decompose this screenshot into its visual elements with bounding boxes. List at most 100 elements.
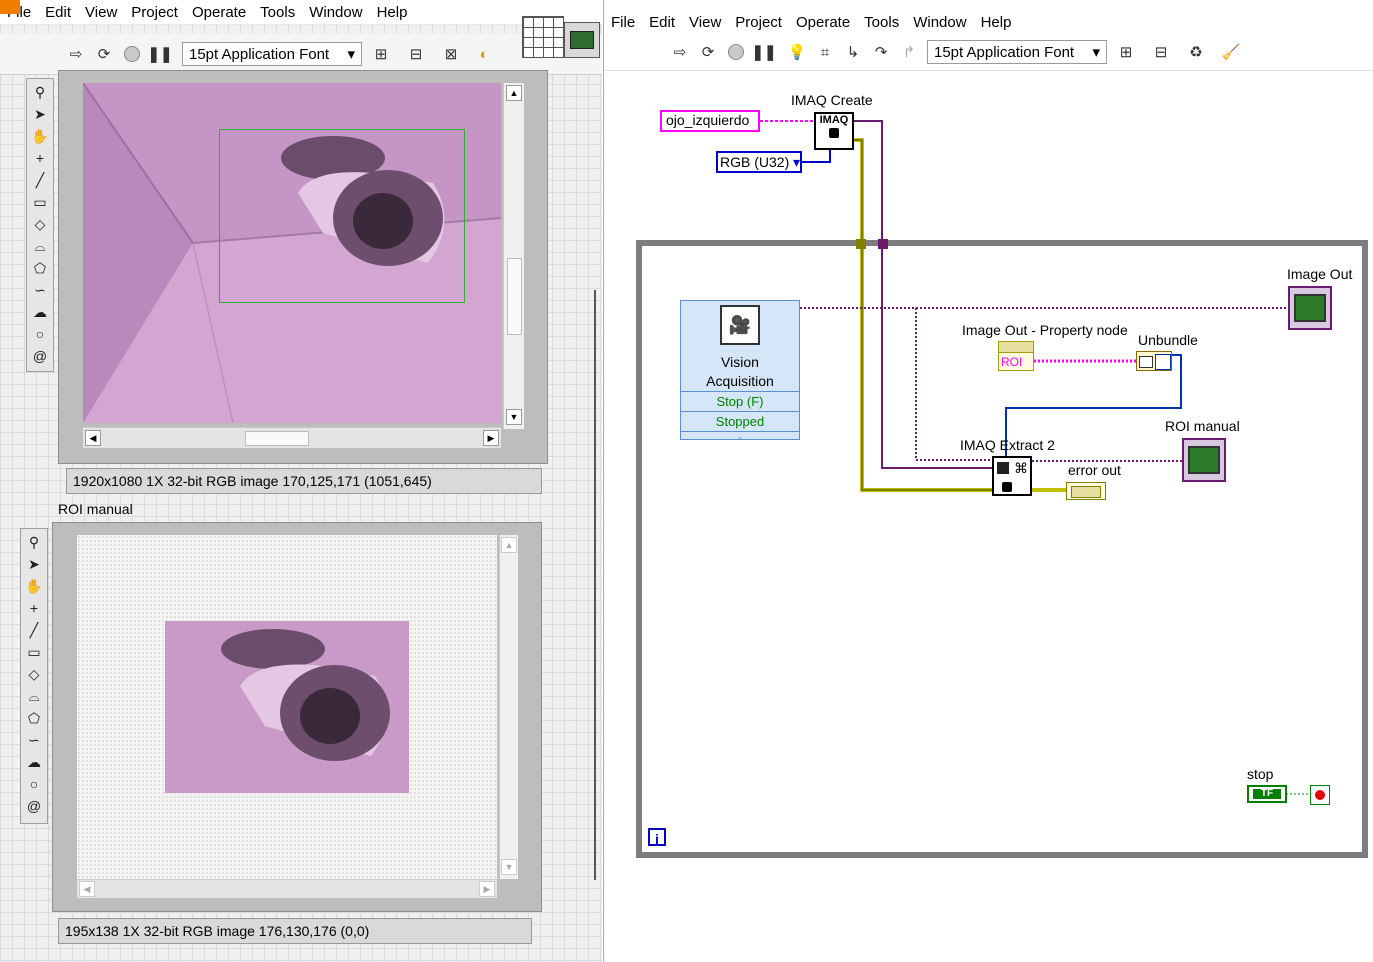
error-out-terminal[interactable] [1066,482,1106,500]
image-display-roi: ▲ ▼ ◀ ▶ [52,522,542,912]
imaq-create-glyph: IMAQ [819,114,849,126]
imaq-create-node[interactable]: IMAQ [814,112,854,150]
annulus-icon[interactable]: ⌓ [24,686,44,706]
extract-source-icon [997,462,1009,474]
roi-manual-terminal[interactable] [1182,438,1226,482]
vision-acq-row2[interactable]: Stopped [681,411,799,431]
enum-arrow-icon: ▾ [792,153,800,170]
scroll-thumb-v[interactable] [507,258,522,335]
vi-icon[interactable] [564,22,600,58]
pointer-icon[interactable]: ➤ [30,104,50,124]
error-out-label: error out [1068,462,1121,478]
scroll-right-icon[interactable]: ▶ [483,430,499,446]
oval-tool-icon[interactable]: ○ [30,324,50,344]
abort-icon[interactable] [121,43,143,65]
stop-label: stop [1247,766,1274,782]
spiral-icon[interactable]: @ [24,796,44,816]
menu-tools[interactable]: Tools [253,4,302,21]
run-arrow-icon[interactable]: ⇨ [65,43,87,65]
scroll-down-icon[interactable]: ▼ [506,409,522,425]
scroll-down-icon[interactable]: ▼ [501,859,517,875]
error-terminal-icon [829,128,839,138]
tools-palette-bottom: ⚲ ➤ ✋ + ╱ ▭ ◇ ⌓ ⬠ ∽ ☁ ○ @ [20,528,48,824]
pan-hand-icon[interactable]: ✋ [30,126,50,146]
window-divider [594,290,596,880]
roi-property[interactable]: ROI [999,353,1033,371]
pause-icon[interactable]: ❚❚ [147,43,172,65]
zoom-icon[interactable]: ⚲ [30,82,50,102]
scroll-left-icon[interactable]: ◀ [85,430,101,446]
front-panel-toolbar: ⇨ ⟳ ❚❚ 15pt Application Font ▾ ⊞ ⊟ ⊠ ◐ [0,16,602,75]
front-panel-window: File Edit View Project Operate Tools Win… [0,0,602,962]
polygon-icon[interactable]: ⬠ [30,258,50,278]
image-out-label: Image Out [1287,266,1353,282]
pan-hand-icon[interactable]: ✋ [24,576,44,596]
image-out-property-node[interactable]: ROI [998,341,1034,371]
scroll-thumb-h[interactable] [245,431,309,446]
distribute-objects-icon[interactable]: ⊟ [405,43,427,65]
horizontal-scrollbar[interactable]: ◀ ▶ [83,427,501,448]
rotated-rect-icon[interactable]: ◇ [30,214,50,234]
imaq-extract-node[interactable]: ⌘ [992,456,1032,496]
menu-help[interactable]: Help [370,4,415,21]
reorder-icon[interactable]: ◐ [473,43,495,65]
menu-edit[interactable]: Edit [38,4,78,21]
scroll-up-icon[interactable]: ▲ [501,537,517,553]
freehand-line-icon[interactable]: ∽ [24,730,44,750]
rotated-rect-icon[interactable]: ◇ [24,664,44,684]
loop-iteration-terminal[interactable]: i [648,828,666,847]
stop-terminal[interactable]: TF [1247,785,1287,803]
connector-pane-icon[interactable] [522,16,564,58]
freehand-line-icon[interactable]: ∽ [30,280,50,300]
scroll-up-icon[interactable]: ▲ [506,85,522,101]
menu-operate[interactable]: Operate [185,4,253,21]
menu-window[interactable]: Window [302,4,369,21]
font-select[interactable]: 15pt Application Font ▾ [182,42,362,66]
freehand-region-icon[interactable]: ☁ [30,302,50,322]
image-type-value: RGB (U32) [720,154,790,170]
loop-condition-terminal[interactable] [1310,785,1330,805]
annulus-icon[interactable]: ⌓ [30,236,50,256]
vision-acq-title: Vision Acquisition [681,353,799,391]
point-tool-icon[interactable]: + [24,598,44,618]
unbundle-node[interactable] [1136,351,1172,371]
roi-vertical-scrollbar[interactable]: ▲ ▼ [499,535,518,879]
zoom-icon[interactable]: ⚲ [24,532,44,552]
imaq-create-label: IMAQ Create [791,92,873,108]
roi-image-background[interactable] [77,535,497,879]
roi-horizontal-scrollbar[interactable]: ◀ ▶ [77,879,497,898]
menu-project[interactable]: Project [124,4,185,21]
property-node-label: Image Out - Property node [962,322,1128,338]
image-type-enum[interactable]: RGB (U32) ▾ [716,151,802,173]
polygon-icon[interactable]: ⬠ [24,708,44,728]
camera-image[interactable] [83,83,501,423]
point-tool-icon[interactable]: + [30,148,50,168]
camera-icon: 🎥 [720,305,760,345]
freehand-region-icon[interactable]: ☁ [24,752,44,772]
scroll-left-icon[interactable]: ◀ [79,881,95,897]
run-continuously-icon[interactable]: ⟳ [93,43,115,65]
vision-acq-line1: Vision [721,354,759,370]
rectangle-tool-icon[interactable]: ▭ [30,192,50,212]
string-constant[interactable]: ojo_izquierdo [660,110,760,132]
image-out-terminal[interactable] [1288,286,1332,330]
scroll-right-icon[interactable]: ▶ [479,881,495,897]
pointer-icon[interactable]: ➤ [24,554,44,574]
spiral-icon[interactable]: @ [30,346,50,366]
block-diagram-window: File Edit View Project Operate Tools Win… [603,0,1373,962]
oval-tool-icon[interactable]: ○ [24,774,44,794]
line-tool-icon[interactable]: ╱ [24,620,44,640]
menu-view[interactable]: View [78,4,124,21]
vision-acquisition-express-vi[interactable]: 🎥 Vision Acquisition Stop (F) Stopped ⌄ [680,300,800,442]
line-tool-icon[interactable]: ╱ [30,170,50,190]
align-objects-icon[interactable]: ⊞ [370,43,392,65]
extract-glyph-icon: ⌘ [1014,460,1028,476]
vision-acq-row1[interactable]: Stop (F) [681,391,799,411]
expand-chevron-icon[interactable]: ⌄ [681,431,799,442]
rectangle-tool-icon[interactable]: ▭ [24,642,44,662]
resize-objects-icon[interactable]: ⊠ [440,43,462,65]
unbundle-label: Unbundle [1138,332,1198,348]
vertical-scrollbar[interactable]: ▲ ▼ [503,83,524,429]
roi-rectangle[interactable] [219,129,465,303]
imaq-extract-label: IMAQ Extract 2 [960,437,1055,453]
